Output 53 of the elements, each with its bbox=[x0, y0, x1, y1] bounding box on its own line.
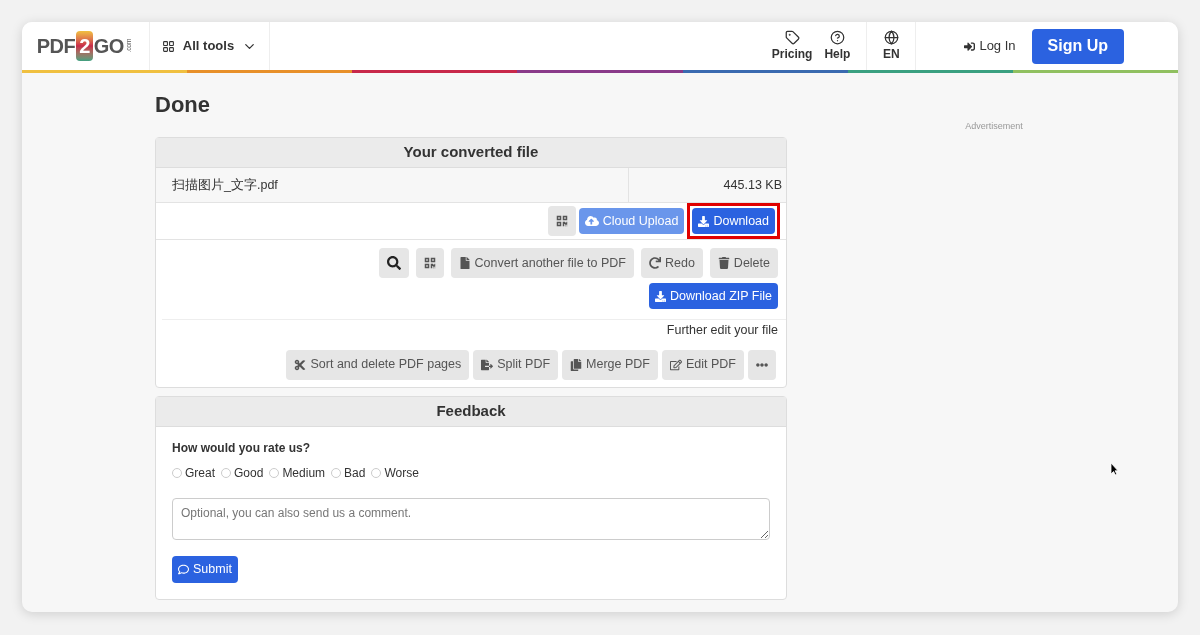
action-button[interactable]: Delete bbox=[709, 248, 778, 278]
globe-icon bbox=[883, 29, 899, 45]
download-zip-button[interactable]: Download ZIP File bbox=[649, 283, 778, 309]
rating-option[interactable]: Bad bbox=[331, 463, 366, 482]
tool-button[interactable]: Merge PDF bbox=[562, 349, 658, 380]
signup-button[interactable]: Sign Up bbox=[1031, 28, 1124, 64]
tool-button[interactable]: Edit PDF bbox=[662, 349, 744, 380]
further-edit-label: Further edit your file bbox=[666, 322, 778, 339]
edit-icon bbox=[670, 358, 682, 371]
grid-icon bbox=[161, 39, 175, 53]
file-size: 445.13 KB bbox=[723, 176, 782, 194]
more-button[interactable] bbox=[748, 349, 776, 380]
card-title: Feedback bbox=[436, 401, 506, 421]
card-title: Your converted file bbox=[403, 142, 539, 163]
tag-icon bbox=[784, 29, 800, 45]
cloud-upload-icon bbox=[584, 214, 599, 228]
download-icon bbox=[655, 290, 667, 302]
nav-link[interactable]: Pricing bbox=[771, 29, 813, 63]
mouse-cursor-icon bbox=[1110, 462, 1119, 476]
preview-button[interactable] bbox=[378, 248, 409, 278]
tool-button[interactable]: Split PDF bbox=[473, 349, 559, 380]
download-icon bbox=[698, 215, 710, 227]
action-button[interactable]: Redo bbox=[640, 248, 703, 278]
advertisement-label: Advertisement bbox=[965, 120, 1023, 132]
qr-code-button[interactable] bbox=[415, 248, 444, 278]
download-button[interactable]: Download bbox=[692, 208, 775, 234]
redo-icon bbox=[648, 257, 661, 269]
rating-option[interactable]: Worse bbox=[371, 463, 419, 482]
rating-option[interactable]: Great bbox=[172, 463, 215, 482]
file-icon bbox=[458, 257, 471, 269]
login-link[interactable]: Log In bbox=[964, 36, 1016, 56]
qr-code-icon bbox=[555, 215, 568, 227]
language-selector[interactable]: EN bbox=[883, 29, 900, 63]
split-icon bbox=[481, 358, 494, 371]
page-title: Done bbox=[155, 91, 211, 119]
rating-option[interactable]: Good bbox=[221, 463, 264, 482]
action-button[interactable]: Convert another file to PDF bbox=[450, 248, 634, 278]
comment-icon bbox=[178, 563, 189, 575]
comment-field[interactable]: Optional, you can also send us a comment. bbox=[172, 497, 770, 540]
submit-button[interactable]: Submit bbox=[172, 555, 238, 583]
trash-icon bbox=[717, 257, 730, 269]
qr-code-button[interactable] bbox=[547, 206, 576, 236]
rating-option[interactable]: Medium bbox=[269, 463, 326, 482]
scissors-icon bbox=[294, 358, 307, 371]
rating-question: How would you rate us? bbox=[172, 439, 311, 457]
nav-link[interactable]: Help bbox=[824, 29, 851, 63]
search-icon bbox=[386, 256, 401, 270]
login-icon bbox=[964, 40, 976, 52]
qr-code-icon bbox=[423, 257, 436, 269]
tool-button[interactable]: Sort and delete PDF pages bbox=[286, 349, 470, 380]
copy-icon bbox=[570, 358, 583, 371]
help-icon bbox=[829, 29, 845, 45]
file-name: 扫描图片_文字.pdf bbox=[172, 176, 278, 194]
